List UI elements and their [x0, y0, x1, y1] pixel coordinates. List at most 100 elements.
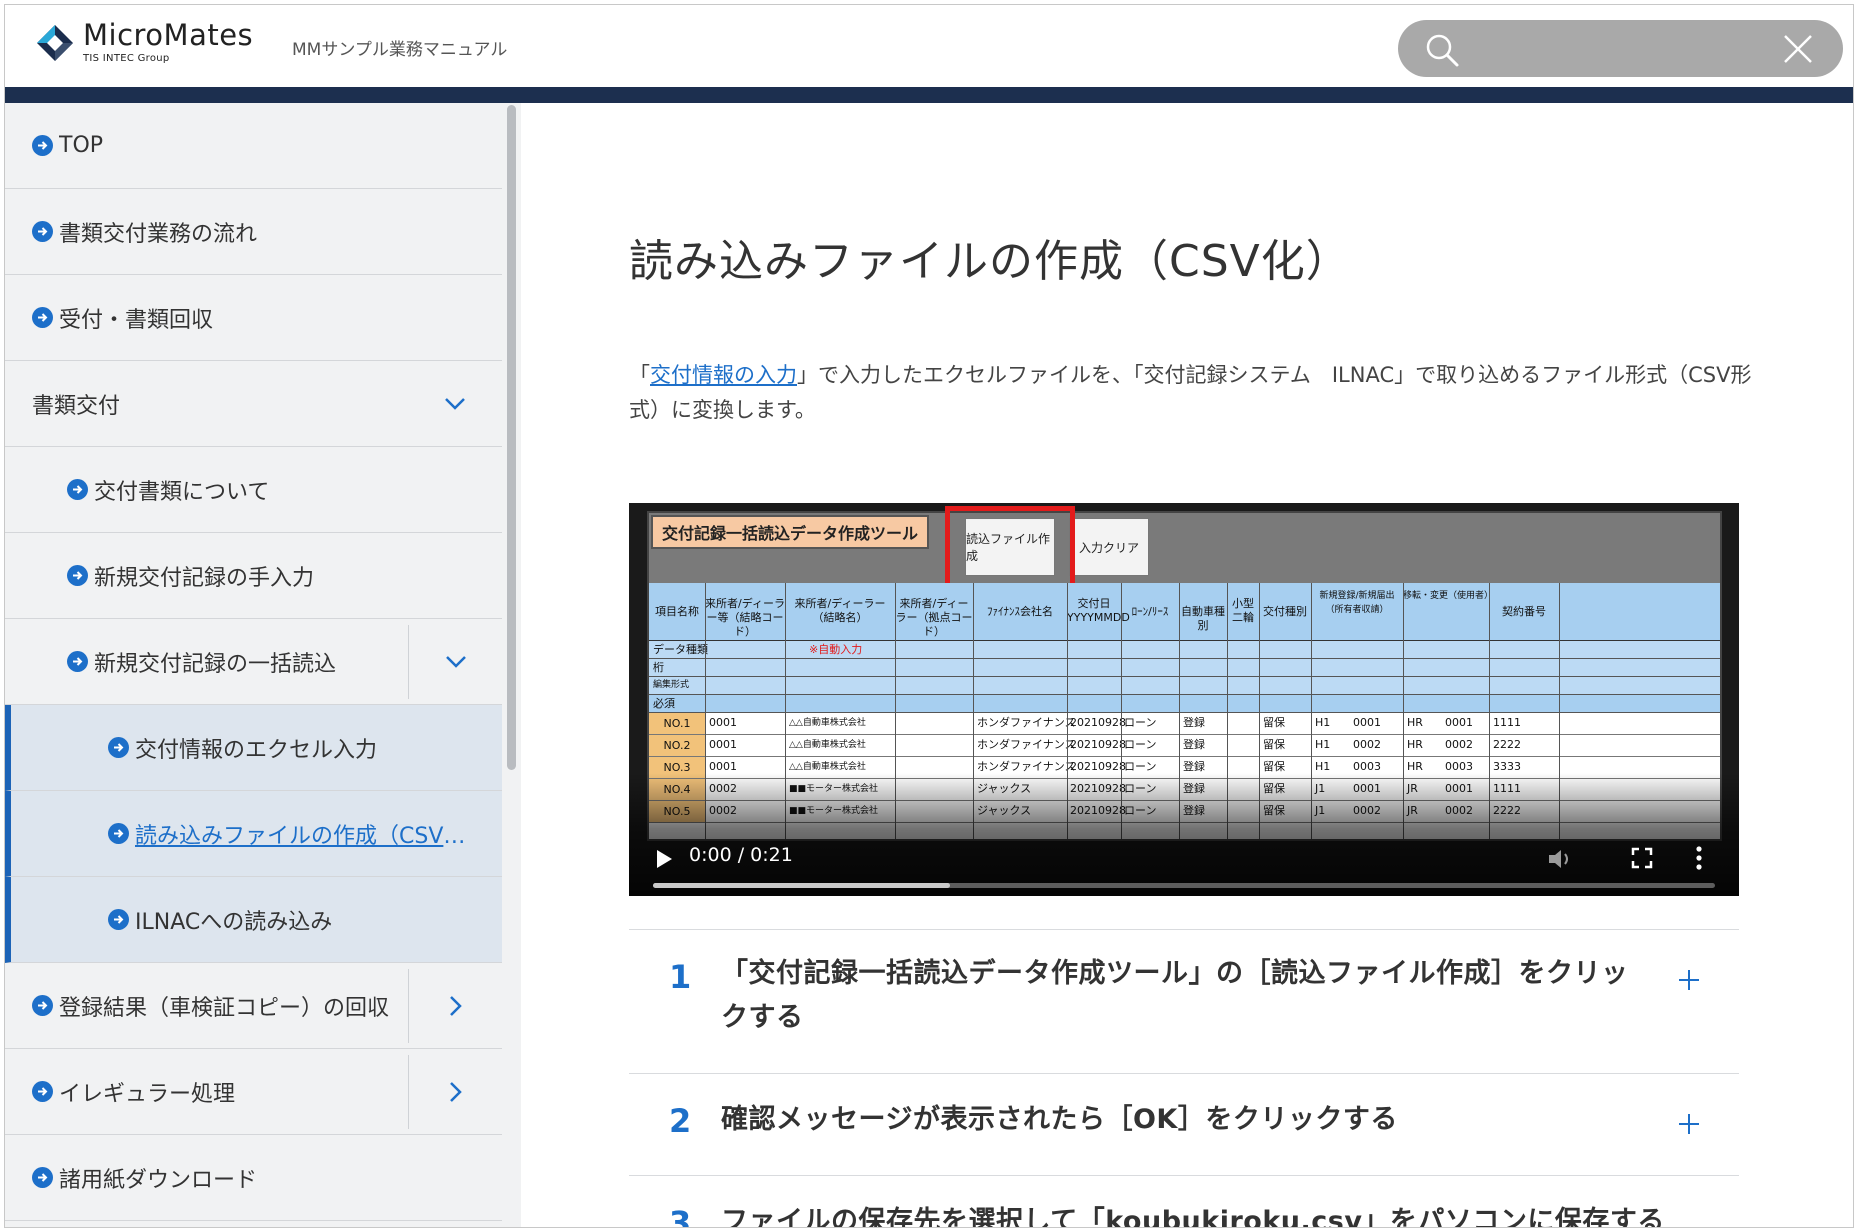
clear-input-button: 入力クリア — [1069, 518, 1149, 576]
step-text: 「交付記録一括読込データ作成ツール」の［読込ファイル作成］をクリックする — [721, 958, 1629, 1033]
table-cell: △△自動車株式会社 — [789, 740, 866, 750]
header-cell: 小型二輪 — [1232, 597, 1254, 624]
sidebar-item-csv-create[interactable]: 読み込みファイルの作成（CSV化） — [5, 791, 502, 877]
sidebar-item-label: 交付情報のエクセル入力 — [135, 737, 378, 763]
step-item[interactable]: 2 確認メッセージが表示されたら［OK］をクリックする — [629, 1073, 1739, 1175]
intro-text-prefix: 「 — [629, 363, 650, 387]
sheet-toolbar: 交付記録一括読込データ作成ツール 読込ファイル作成 入力クリア — [649, 506, 1720, 594]
arrow-circle-icon — [108, 823, 129, 844]
video-time: 0:00 / 0:21 — [689, 844, 793, 866]
header-cell: 新規登録/新規届出（所有者収請） — [1319, 591, 1395, 615]
plus-icon[interactable] — [1677, 968, 1701, 992]
row-number: NO.2 — [649, 735, 705, 756]
sidebar-item-flow[interactable]: 書類交付業務の流れ — [5, 189, 502, 275]
video-progress-bar[interactable] — [653, 883, 1715, 888]
table-cell: 1111 — [1493, 716, 1521, 729]
table-cell: 20210928 — [1070, 738, 1126, 751]
header-cell: 移転・変更（使用者） — [1403, 591, 1494, 601]
table-cell: ローン — [1124, 716, 1157, 729]
close-icon[interactable] — [1781, 32, 1815, 66]
sidebar-item-label: 書類交付業務の流れ — [59, 221, 258, 247]
tool-title: 交付記録一括読込データ作成ツール — [651, 515, 929, 549]
sidebar-scrollbar[interactable] — [502, 103, 521, 1227]
sidebar-item-issuance[interactable]: 書類交付 — [5, 361, 502, 447]
search-icon[interactable] — [1424, 32, 1460, 68]
arrow-circle-icon — [32, 1081, 53, 1102]
sidebar-item-downloads[interactable]: 諸用紙ダウンロード — [5, 1135, 502, 1221]
sidebar-item-about-docs[interactable]: 交付書類について — [5, 447, 502, 533]
header-cell: 来所者/ディーラー等（結略コード） — [705, 597, 785, 638]
plus-icon[interactable] — [1677, 1112, 1701, 1136]
step-text: ファイルの保存先を選択して「koubukiroku.csv」をパソコンに保存する — [721, 1206, 1665, 1228]
play-icon[interactable] — [655, 849, 673, 869]
header-cell: 項目名称 — [655, 605, 699, 618]
sidebar-item-manual-entry[interactable]: 新規交付記録の手入力 — [5, 533, 502, 619]
more-vertical-icon[interactable] — [1695, 845, 1703, 871]
table-cell: △△自動車株式会社 — [789, 718, 866, 728]
sidebar-item-reception[interactable]: 受付・書類回収 — [5, 275, 502, 361]
table-cell: 0001 — [709, 738, 737, 751]
sidebar-item-label: TOP — [59, 133, 104, 158]
table-cell: 20210928 — [1070, 716, 1126, 729]
table-cell: 0002 — [1353, 738, 1381, 751]
fullscreen-icon[interactable] — [1631, 847, 1653, 869]
header-cell: 契約番号 — [1502, 605, 1546, 618]
table-cell: ローン — [1124, 738, 1157, 751]
table-cell: 0001 — [1353, 716, 1381, 729]
volume-icon[interactable] — [1547, 847, 1573, 871]
chevron-right-icon[interactable] — [408, 1055, 502, 1129]
sidebar-item-label: 諸用紙ダウンロード — [59, 1167, 258, 1193]
table-cell: 2222 — [1493, 738, 1521, 751]
arrow-circle-icon — [67, 651, 88, 672]
table-cell: ホンダファイナンス — [977, 738, 1076, 751]
scrollbar-thumb[interactable] — [507, 105, 516, 770]
site-logo[interactable]: MicroMates TIS INTEC Group — [35, 21, 253, 64]
table-cell: ホンダファイナンス — [977, 716, 1076, 729]
sidebar-item-excel-input[interactable]: 交付情報のエクセル入力 — [5, 705, 502, 791]
sidebar-item-ilnac-import[interactable]: ILNACへの読み込み — [5, 877, 502, 963]
sidebar-item-bulk-import[interactable]: 新規交付記録の一括読込 — [5, 619, 502, 705]
step-item[interactable]: 1 「交付記録一括読込データ作成ツール」の［読込ファイル作成］をクリックする — [629, 929, 1739, 1073]
intro-link[interactable]: 交付情報の入力 — [650, 363, 797, 387]
sidebar-item-irregular[interactable]: イレギュラー処理 — [5, 1049, 502, 1135]
sidebar-item-label: ILNACへの読み込み — [135, 909, 333, 935]
sidebar-item-top[interactable]: TOP — [5, 103, 502, 189]
table-cell: 登録 — [1183, 738, 1205, 751]
arrow-circle-icon — [108, 737, 129, 758]
table-cell: 0001 — [709, 716, 737, 729]
sidebar-item-label: 読み込みファイルの作成（CSV化） — [135, 823, 486, 849]
arrow-circle-icon — [67, 565, 88, 586]
chevron-down-icon[interactable] — [408, 361, 502, 447]
table-cell: 0002 — [1445, 738, 1473, 751]
step-text: 確認メッセージが表示されたら［OK］をクリックする — [721, 1104, 1398, 1135]
video-player[interactable]: 交付記録一括読込データ作成ツール 読込ファイル作成 入力クリア 項目名称 来所者… — [629, 503, 1739, 896]
sidebar-item-label: 登録結果（車検証コピー）の回収 — [59, 995, 390, 1021]
table-cell: 留保 — [1263, 738, 1285, 751]
sidebar-item-label: 新規交付記録の一括読込 — [94, 651, 337, 677]
chevron-down-icon[interactable] — [408, 625, 502, 699]
table-cell: 登録 — [1183, 716, 1205, 729]
step-item[interactable]: 3 ファイルの保存先を選択して「koubukiroku.csv」をパソコンに保存… — [629, 1175, 1739, 1228]
site-title: MMサンプル業務マニュアル — [292, 40, 508, 60]
browser-frame: MicroMates TIS INTEC Group MMサンプル業務マニュアル… — [4, 4, 1854, 1228]
chevron-right-icon[interactable] — [408, 969, 502, 1043]
sidebar-item-label: 交付書類について — [94, 479, 270, 505]
arrow-circle-icon — [32, 135, 53, 156]
sidebar-item-label: 新規交付記録の手入力 — [94, 565, 315, 591]
meta-auto-input: ※自動入力 — [809, 643, 863, 656]
search-bar — [1398, 20, 1843, 77]
table-cell: H1 — [1315, 716, 1331, 729]
video-progress-fill — [653, 883, 951, 888]
sidebar-item-label: 受付・書類回収 — [59, 307, 214, 333]
header-cell: ﾌｧｲﾅﾝｽ会社名 — [987, 605, 1053, 618]
sidebar-item-registration-result[interactable]: 登録結果（車検証コピー）の回収 — [5, 963, 502, 1049]
arrow-circle-icon — [108, 909, 129, 930]
search-input[interactable] — [1478, 30, 1768, 68]
step-number: 1 — [669, 958, 692, 996]
logo-subtitle: TIS INTEC Group — [83, 53, 170, 64]
header-rule — [5, 87, 1853, 103]
arrow-circle-icon — [67, 479, 88, 500]
intro-text: 「交付情報の入力」で入力したエクセルファイルを、「交付記録システム ILNAC」… — [629, 358, 1759, 428]
highlight-box — [945, 506, 1075, 594]
intro-text-suffix: 」で入力したエクセルファイルを、「交付記録システム ILNAC」で取り込めるファ… — [629, 363, 1752, 422]
